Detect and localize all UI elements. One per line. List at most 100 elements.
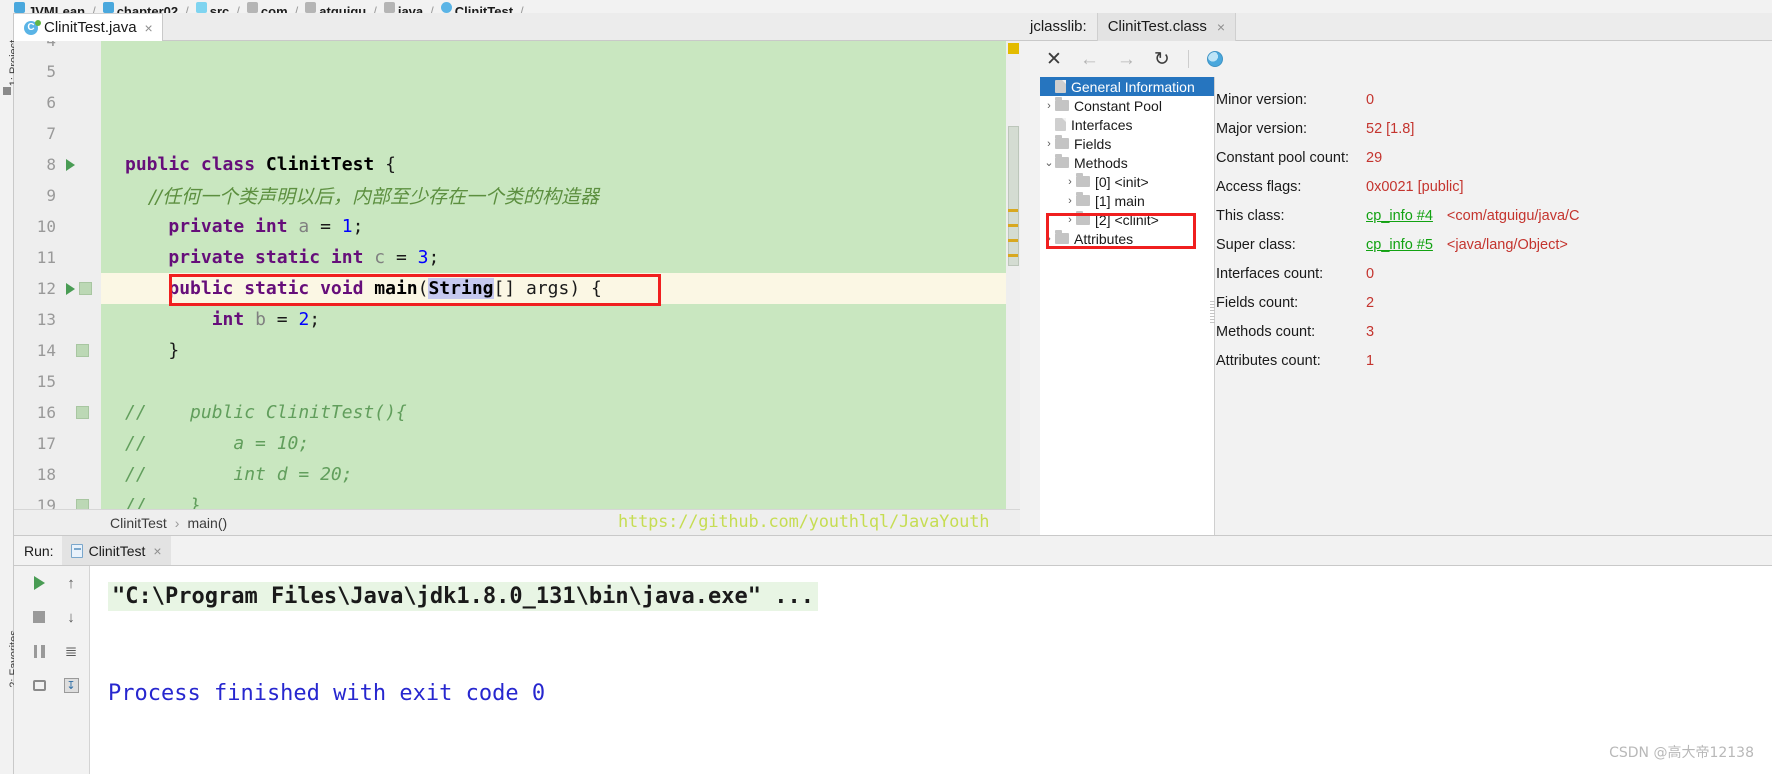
code-editor[interactable]: 45678910111213141516171819 public class … <box>14 41 1020 509</box>
pause-button[interactable] <box>28 640 50 662</box>
code-token: private int <box>168 216 299 237</box>
breadcrumb-item-5[interactable]: java <box>383 0 423 13</box>
code-line[interactable]: //任何一个类声明以后，内部至少存在一个类的构造器 <box>101 180 1020 211</box>
tree-item[interactable]: Interfaces <box>1040 115 1214 134</box>
gutter-line[interactable]: 13 <box>14 304 101 335</box>
scroll-down-button[interactable]: ↓ <box>60 606 82 628</box>
structure-icon[interactable] <box>3 87 11 95</box>
code-line[interactable]: private int a = 1; <box>101 211 1020 242</box>
breadcrumb-class[interactable]: ClinitTest <box>110 515 167 531</box>
jclasslib-tab-bar[interactable]: jclasslib: ClinitTest.class × <box>1020 12 1772 41</box>
editor-tab-bar[interactable]: C ClinitTest.java × <box>14 13 1020 41</box>
run-tab-clinittest[interactable]: ClinitTest × <box>61 535 171 566</box>
code-line[interactable]: // } <box>101 490 1020 509</box>
gutter-line[interactable]: 15 <box>14 366 101 397</box>
back-icon[interactable]: ← <box>1080 50 1099 69</box>
stop-button[interactable] <box>28 606 50 628</box>
code-line[interactable]: public static void main(String[] args) { <box>101 273 1020 304</box>
gutter-line[interactable]: 19 <box>14 490 101 509</box>
breadcrumb-item-3[interactable]: com <box>246 0 288 13</box>
gutter-line[interactable]: 9 <box>14 180 101 211</box>
code-line[interactable] <box>101 56 1020 87</box>
tree-item[interactable]: › Constant Pool <box>1040 96 1214 115</box>
fold-marker-icon[interactable] <box>76 406 89 419</box>
gutter-line[interactable]: 6 <box>14 87 101 118</box>
gutter-line[interactable]: 4 <box>14 41 101 56</box>
run-gutter-icon[interactable] <box>66 158 75 171</box>
breadcrumb-item-2[interactable]: src <box>195 0 229 13</box>
scroll-to-end-button[interactable]: ↧ <box>60 674 82 696</box>
project-breadcrumb[interactable]: JVMLean / chapter02 / src / com / atguig… <box>0 0 1772 13</box>
tree-item[interactable]: › [1] main <box>1040 191 1214 210</box>
close-icon[interactable]: ✕ <box>1046 50 1062 69</box>
code-line[interactable]: int b = 2; <box>101 304 1020 335</box>
editor-marker-strip[interactable] <box>1006 41 1020 509</box>
code-line[interactable]: // int d = 20; <box>101 459 1020 490</box>
left-tool-window-bar[interactable]: 1: Project 2: Favorites <box>0 13 20 774</box>
chevron-down-icon[interactable]: ⌄ <box>1043 156 1055 169</box>
close-icon[interactable]: × <box>1217 19 1225 35</box>
gutter-line[interactable]: 11 <box>14 242 101 273</box>
gutter-line[interactable]: 5 <box>14 56 101 87</box>
browse-globe-icon[interactable] <box>1206 51 1223 67</box>
code-line[interactable] <box>101 87 1020 118</box>
gutter-line[interactable]: 10 <box>14 211 101 242</box>
reload-icon[interactable]: ↻ <box>1154 50 1170 69</box>
code-line[interactable]: } <box>101 335 1020 366</box>
code-line[interactable]: private static int c = 3; <box>101 242 1020 273</box>
console-side-toolbar[interactable]: ↑ ↓ ≣ ↧ <box>14 566 90 774</box>
code-line[interactable] <box>101 118 1020 149</box>
editor-tab-clinittest-java[interactable]: C ClinitTest.java × <box>14 13 163 41</box>
code-line[interactable] <box>101 366 1020 397</box>
editor-scrollbar-thumb[interactable] <box>1008 126 1019 266</box>
gutter-line[interactable]: 8 <box>14 149 101 180</box>
jclasslib-tree[interactable]: General Information › Constant Pool Interfa… <box>1040 77 1215 535</box>
run-console[interactable]: ↑ ↓ ≣ ↧ "C:\Program Files\Java\jdk1.8.0_… <box>14 565 1772 774</box>
gutter-line[interactable]: 17 <box>14 428 101 459</box>
gutter-line[interactable]: 14 <box>14 335 101 366</box>
code-line[interactable]: public class ClinitTest { <box>101 149 1020 180</box>
chevron-right-icon[interactable]: › <box>1064 176 1076 188</box>
fold-marker-icon[interactable] <box>79 282 92 295</box>
scroll-up-button[interactable]: ↑ <box>60 572 82 594</box>
gutter-line[interactable]: 16 <box>14 397 101 428</box>
forward-icon[interactable]: → <box>1117 50 1136 69</box>
breadcrumb-method[interactable]: main() <box>187 515 227 531</box>
breadcrumb-item-6[interactable]: ClinitTest <box>440 0 513 13</box>
run-tool-window-header[interactable]: Run: ClinitTest × <box>14 535 1772 566</box>
chevron-right-icon[interactable]: › <box>1043 138 1055 150</box>
run-gutter-icon[interactable] <box>66 282 75 295</box>
tree-item[interactable]: ⌄ Methods <box>1040 153 1214 172</box>
soft-wrap-button[interactable]: ≣ <box>60 640 82 662</box>
warning-marker-icon[interactable] <box>1008 43 1019 54</box>
fold-marker-icon[interactable] <box>76 344 89 357</box>
close-icon[interactable]: × <box>153 543 161 559</box>
code-line[interactable]: // public ClinitTest(){ <box>101 397 1020 428</box>
gutter-line[interactable]: 12 <box>14 273 101 304</box>
gutter-line[interactable]: 18 <box>14 459 101 490</box>
folder-icon <box>1076 173 1090 187</box>
cp-info-link[interactable]: cp_info #5 <box>1366 237 1433 253</box>
editor-gutter[interactable]: 4 5 6 7 8 9 10 11 12 13 14 15 16 17 18 19 <box>14 41 101 509</box>
jclasslib-toolbar[interactable]: ✕ ← → ↻ <box>1020 41 1772 77</box>
tree-item[interactable]: › Fields <box>1040 134 1214 153</box>
panel-splitter-handle[interactable] <box>1210 301 1215 323</box>
breadcrumb-item-4[interactable]: atguigu <box>305 0 366 13</box>
breadcrumb-item-1[interactable]: chapter02 <box>102 0 178 13</box>
chevron-right-icon[interactable]: › <box>1043 100 1055 112</box>
editor-code-area[interactable]: public class ClinitTest { //任何一个类声明以后，内部… <box>101 41 1020 509</box>
tree-item[interactable]: › [0] <init> <box>1040 172 1214 191</box>
breadcrumb-item-0[interactable]: JVMLean <box>14 0 85 13</box>
print-button[interactable] <box>28 674 50 696</box>
chevron-right-icon[interactable]: › <box>1064 195 1076 207</box>
tree-item[interactable]: General Information <box>1040 77 1214 96</box>
gutter-line[interactable]: 7 <box>14 118 101 149</box>
code-line[interactable] <box>101 41 1020 56</box>
code-line[interactable]: // a = 10; <box>101 428 1020 459</box>
fold-marker-icon[interactable] <box>76 499 89 509</box>
code-token: c <box>374 247 396 268</box>
jclasslib-tab-clinittest-class[interactable]: ClinitTest.class × <box>1096 12 1237 41</box>
cp-info-link[interactable]: cp_info #4 <box>1366 208 1433 224</box>
close-icon[interactable]: × <box>145 20 153 36</box>
rerun-button[interactable] <box>28 572 50 594</box>
